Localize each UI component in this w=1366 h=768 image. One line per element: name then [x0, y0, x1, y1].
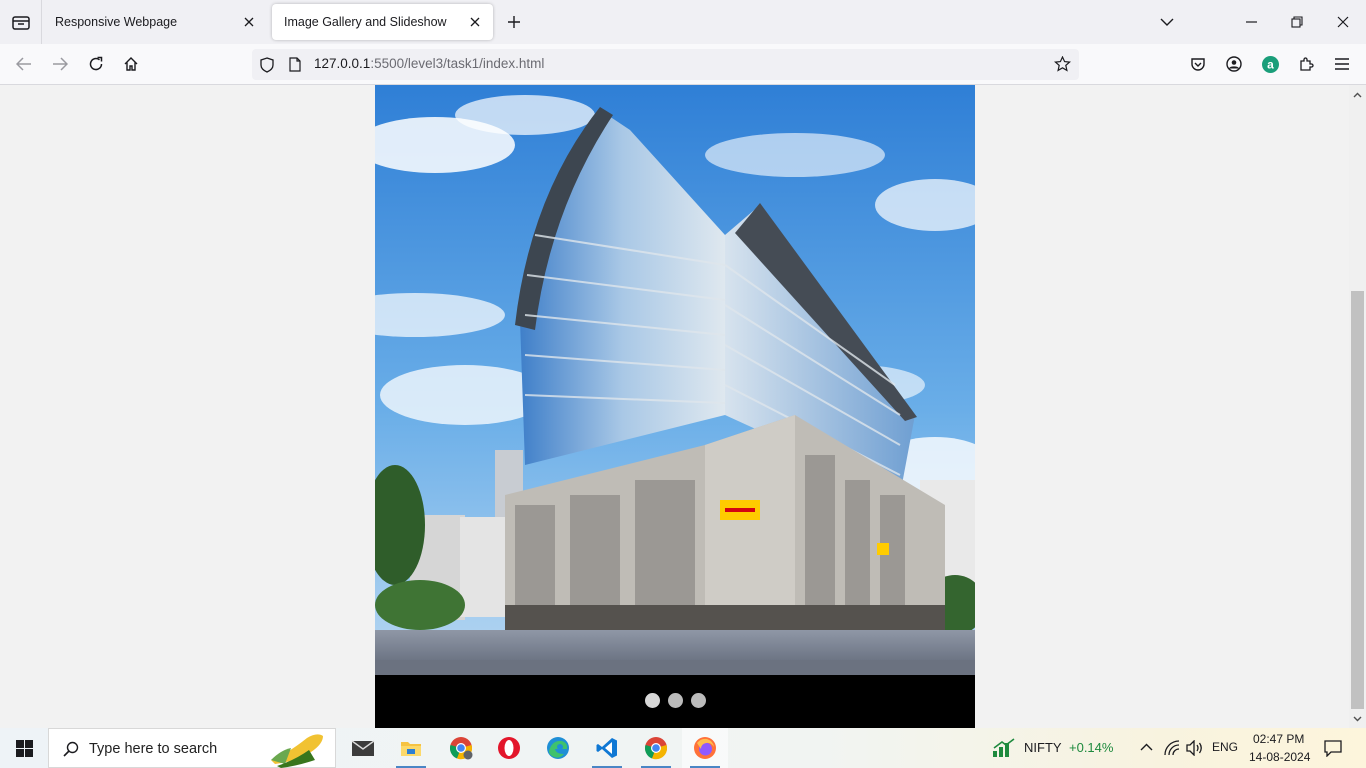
mail-icon — [351, 740, 375, 756]
search-icon — [63, 741, 79, 757]
tab-title: Responsive Webpage — [55, 15, 178, 29]
amazon-assistant-icon: a — [1261, 55, 1279, 73]
pocket-icon — [1191, 57, 1205, 71]
shield-icon — [260, 57, 274, 73]
minimize-icon — [1245, 21, 1257, 23]
url-host: 127.0.0.1 — [314, 56, 371, 71]
stock-chart-icon — [993, 738, 1015, 757]
puzzle-icon — [1300, 57, 1314, 71]
opera-icon — [498, 737, 520, 759]
home-icon — [124, 57, 138, 71]
slide-dot[interactable] — [667, 693, 683, 708]
arrow-left-icon — [16, 57, 31, 71]
folder-icon — [401, 742, 421, 756]
page-viewport — [0, 85, 1349, 728]
wifi-icon[interactable] — [1164, 740, 1180, 756]
arrow-right-icon — [53, 57, 68, 71]
vertical-scrollbar[interactable] — [1349, 85, 1366, 728]
reload-icon — [89, 56, 103, 71]
account-icon — [1226, 56, 1242, 72]
taskbar-edge[interactable] — [535, 728, 581, 768]
navigation-toolbar: 127.0.0.1:5500/level3/task1/index.html a — [0, 44, 1366, 85]
chrome-icon — [645, 737, 667, 760]
close-icon — [470, 17, 480, 27]
windows-taskbar: Type here to search NIFTY +0.14% ENG 02:… — [0, 728, 1366, 768]
slide-dot[interactable] — [644, 693, 660, 708]
svg-text:a: a — [1267, 57, 1274, 71]
taskbar-opera[interactable] — [486, 728, 532, 768]
slideshow-container — [375, 85, 975, 728]
back-button[interactable] — [9, 50, 39, 78]
minimize-button[interactable] — [1228, 0, 1274, 44]
home-button[interactable] — [116, 50, 146, 78]
tab-responsive-webpage[interactable]: Responsive Webpage — [43, 4, 267, 40]
new-tab-button[interactable] — [502, 10, 526, 34]
close-icon — [1337, 16, 1349, 28]
close-window-button[interactable] — [1320, 0, 1366, 44]
close-tab-button[interactable] — [463, 10, 487, 34]
volume-icon[interactable] — [1186, 740, 1204, 756]
vscode-icon — [596, 738, 617, 758]
building-photo — [375, 85, 975, 675]
stock-name[interactable]: NIFTY — [1024, 740, 1062, 755]
list-all-tabs-button[interactable] — [1144, 0, 1190, 44]
taskbar-file-explorer[interactable] — [388, 728, 434, 768]
plus-icon — [508, 16, 520, 28]
amazon-extension-button[interactable]: a — [1255, 50, 1285, 78]
close-icon — [244, 17, 254, 27]
close-tab-button[interactable] — [237, 10, 261, 34]
chevron-down-icon — [1160, 18, 1174, 26]
notification-icon[interactable] — [1324, 739, 1342, 757]
url-text[interactable]: 127.0.0.1:5500/level3/task1/index.html — [314, 56, 544, 71]
chevron-down-icon — [1353, 716, 1362, 721]
edge-icon — [547, 737, 569, 759]
address-bar[interactable]: 127.0.0.1:5500/level3/task1/index.html — [252, 49, 1079, 80]
forward-button[interactable] — [45, 50, 75, 78]
clock-date[interactable]: 14-08-2024 — [1249, 750, 1310, 764]
taskbar-vscode[interactable] — [584, 728, 630, 768]
chevron-up-icon[interactable] — [1140, 743, 1153, 751]
tab-title: Image Gallery and Slideshow — [284, 15, 447, 29]
account-button[interactable] — [1219, 50, 1249, 78]
search-placeholder: Type here to search — [89, 741, 218, 757]
restore-button[interactable] — [1274, 0, 1320, 44]
hamburger-menu-icon — [1335, 58, 1349, 70]
taskbar-chrome[interactable] — [438, 728, 484, 768]
firefox-icon — [694, 737, 716, 759]
menu-button[interactable] — [1327, 50, 1357, 78]
corn-illustration-icon — [271, 734, 323, 768]
slide-dot[interactable] — [690, 693, 706, 708]
tab-strip: Responsive Webpage Image Gallery and Sli… — [0, 0, 1366, 44]
chevron-up-icon — [1353, 92, 1362, 97]
taskbar-search-box[interactable]: Type here to search — [48, 728, 336, 768]
restore-icon — [1291, 16, 1303, 28]
start-button[interactable] — [0, 728, 48, 768]
language-indicator[interactable]: ENG — [1212, 740, 1238, 754]
clock-time[interactable]: 02:47 PM — [1253, 732, 1304, 746]
extensions-button[interactable] — [1291, 50, 1321, 78]
windows-logo-icon — [15, 739, 33, 757]
slide-image[interactable] — [375, 85, 975, 675]
url-path: :5500/level3/task1/index.html — [370, 56, 545, 71]
taskbar-mail[interactable] — [340, 728, 386, 768]
tab-image-gallery[interactable]: Image Gallery and Slideshow — [272, 4, 493, 40]
tab-list-icon — [11, 16, 30, 30]
chrome-icon — [450, 737, 473, 760]
slide-indicators — [375, 693, 975, 708]
tab-list-button[interactable] — [0, 0, 42, 44]
taskbar-chrome-profile[interactable] — [633, 728, 679, 768]
stock-change[interactable]: +0.14% — [1069, 740, 1113, 755]
page-icon — [289, 57, 301, 72]
scroll-up-button[interactable] — [1351, 88, 1364, 101]
reload-button[interactable] — [81, 50, 111, 78]
scroll-down-button[interactable] — [1351, 712, 1364, 725]
pocket-button[interactable] — [1183, 50, 1213, 78]
scrollbar-thumb[interactable] — [1351, 291, 1364, 709]
bookmark-star-icon[interactable] — [1054, 56, 1071, 72]
taskbar-firefox[interactable] — [682, 728, 728, 768]
